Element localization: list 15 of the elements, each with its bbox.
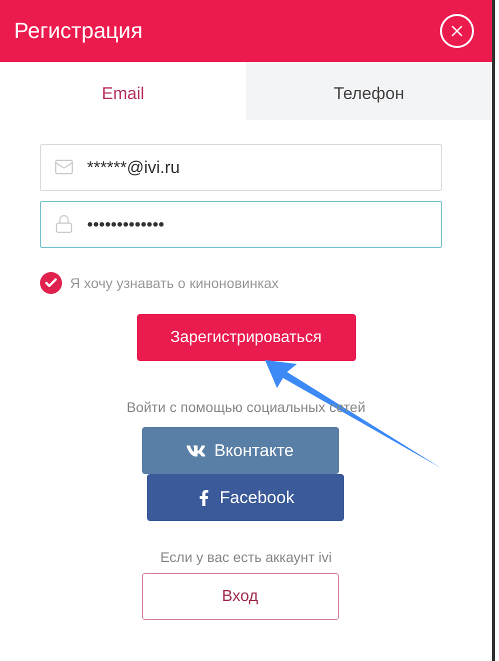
envelope-icon xyxy=(54,157,74,177)
login-caption: Если у вас есть аккаунт ivi xyxy=(160,549,332,565)
login-button[interactable]: Вход xyxy=(142,573,338,620)
vk-button[interactable]: Вконтакте xyxy=(142,427,338,474)
dialog-title: Регистрация xyxy=(14,18,143,44)
password-field[interactable]: ••••••••••••• xyxy=(40,201,442,248)
checkbox[interactable] xyxy=(40,272,62,294)
check-icon xyxy=(44,276,58,290)
close-button[interactable] xyxy=(440,14,474,48)
register-button[interactable]: Зарегистрироваться xyxy=(136,314,356,361)
email-field[interactable]: ******@ivi.ru xyxy=(40,144,442,191)
tab[interactable]: Email xyxy=(0,62,246,120)
facebook-button[interactable]: Facebook xyxy=(146,474,344,521)
lock-icon xyxy=(54,214,74,234)
checkbox-label: Я хочу узнавать о киноновинках xyxy=(70,275,279,291)
